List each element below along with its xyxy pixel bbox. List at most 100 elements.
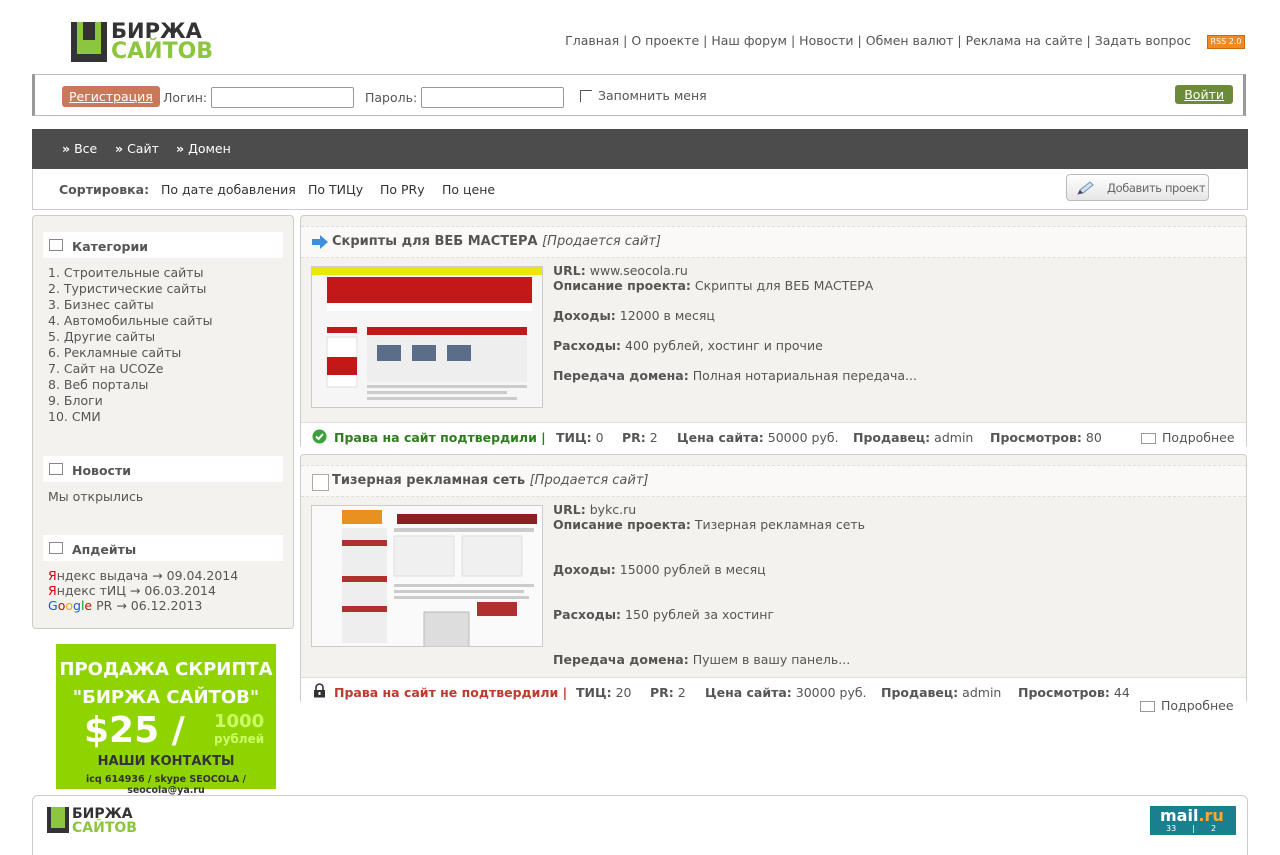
logo-mark-icon <box>47 807 69 833</box>
nav-home[interactable]: Главная <box>565 33 619 48</box>
listing-card: Скрипты для ВЕБ МАСТЕРА [Продается сайт]… <box>300 215 1247 449</box>
updates-list: Яндекс выдача → 09.04.2014 Яндекс тИЦ → … <box>48 568 238 613</box>
listing-pr: 2 <box>649 430 658 445</box>
category-item[interactable]: 1. Строительные сайты <box>48 265 213 281</box>
update-google-pr: Google PR → 06.12.2013 <box>48 598 203 613</box>
add-project-button[interactable]: Добавить проект <box>1066 174 1209 201</box>
details-link[interactable]: Подробнее <box>1141 430 1235 445</box>
login-label: Логин: <box>163 90 208 105</box>
listing-tic: 0 <box>595 430 604 445</box>
rss-button[interactable]: RSS 2.0 <box>1207 35 1245 49</box>
listing-card: Тизерная рекламная сеть [Продается сайт]… <box>300 454 1247 704</box>
nav-ads[interactable]: Реклама на сайте <box>966 33 1083 48</box>
site-screenshot-thumbnail <box>312 506 542 646</box>
counter-value-b: 2 <box>1211 824 1217 833</box>
envelope-icon <box>1141 433 1156 444</box>
nav-about[interactable]: О проекте <box>631 33 699 48</box>
notepad-icon <box>49 239 63 251</box>
listing-url[interactable]: www.seocola.ru <box>590 263 688 278</box>
listing-url[interactable]: bykc.ru <box>590 502 636 517</box>
promo-banner[interactable]: ПРОДАЖА СКРИПТА "БИРЖА САЙТОВ" $25 / 1000… <box>56 644 276 796</box>
listing-status: [Продается сайт] <box>542 234 661 249</box>
nav-exchange[interactable]: Обмен валют <box>866 33 954 48</box>
mailru-counter[interactable]: mail.ru 33 | 2 <box>1150 806 1236 835</box>
category-item[interactable]: 6. Рекламные сайты <box>48 345 213 361</box>
category-menu: » Все » Сайт » Домен <box>32 129 1248 169</box>
counter-value-a: 33 <box>1166 824 1177 833</box>
sort-by-date[interactable]: По дате добавления <box>161 182 296 197</box>
listing-thumbnail[interactable] <box>311 505 543 647</box>
updates-header: Апдейты <box>43 535 283 561</box>
nav-forum[interactable]: Наш форум <box>711 33 787 48</box>
promo-price: $25 / <box>84 710 185 751</box>
sort-by-price[interactable]: По цене <box>442 182 495 197</box>
promo-rub-num: 1000 <box>214 711 265 732</box>
news-list: Мы открылись <box>48 489 143 505</box>
listing-income: 15000 рублей в месяц <box>619 562 766 577</box>
top-navigation: Главная | О проекте | Наш форум | Новости | Обме… <box>565 33 1191 48</box>
listing-header: Скрипты для ВЕБ МАСТЕРА [Продается сайт] <box>301 226 1246 258</box>
menu-all[interactable]: » Все <box>62 141 97 156</box>
listing-income: 12000 в месяц <box>619 308 715 323</box>
remember-label: Запомнить меня <box>598 88 707 103</box>
categories-header: Категории <box>43 232 283 258</box>
listing-description: Тизерная рекламная сеть <box>694 517 866 532</box>
rights-status: Права на сайт не подтвердили | <box>334 685 568 700</box>
update-yandex-search: Яндекс выдача → 09.04.2014 <box>48 568 239 583</box>
sort-by-tic[interactable]: По ТИЦу <box>308 182 363 197</box>
menu-domain[interactable]: » Домен <box>176 141 231 156</box>
listing-domain-transfer: Полная нотариальная передача... <box>692 368 917 383</box>
listing-seller: admin <box>962 685 1002 700</box>
remember-checkbox[interactable] <box>580 90 592 102</box>
details-link[interactable]: Подробнее <box>1140 698 1234 713</box>
site-logo[interactable]: БИРЖА САЙТОВ <box>71 20 214 64</box>
footer-logo[interactable]: БИРЖА САЙТОВ <box>47 806 147 836</box>
pencil-icon <box>1077 181 1094 195</box>
menu-site[interactable]: » Сайт <box>115 141 159 156</box>
promo-line1: ПРОДАЖА СКРИПТА <box>59 659 273 680</box>
promo-rub: рублей <box>214 732 265 746</box>
category-item[interactable]: 5. Другие сайты <box>48 329 213 345</box>
blank-image-icon <box>312 474 329 491</box>
double-chevron-icon: » <box>62 141 71 156</box>
sidebar: Категории 1. Строительные сайты 2. Турис… <box>32 215 294 629</box>
password-input[interactable] <box>421 87 564 108</box>
categories-list: 1. Строительные сайты 2. Туристические с… <box>48 265 213 425</box>
nav-ask[interactable]: Задать вопрос <box>1095 33 1191 48</box>
category-item[interactable]: 8. Веб порталы <box>48 377 213 393</box>
rights-status: Права на сайт подтвердили | <box>334 430 546 445</box>
listing-tic: 20 <box>615 685 632 700</box>
nav-news[interactable]: Новости <box>799 33 853 48</box>
double-chevron-icon: » <box>176 141 185 156</box>
arrow-right-icon <box>312 235 328 249</box>
category-item[interactable]: 9. Блоги <box>48 393 213 409</box>
category-item[interactable]: 2. Туристические сайты <box>48 281 213 297</box>
news-item[interactable]: Мы открылись <box>48 489 143 505</box>
listing-price: 50000 руб. <box>767 430 839 445</box>
listing-title[interactable]: Скрипты для ВЕБ МАСТЕРА <box>332 234 538 249</box>
category-item[interactable]: 7. Сайт на UCOZe <box>48 361 213 377</box>
calendar-icon <box>49 542 63 554</box>
listing-expenses: 400 рублей, хостинг и прочие <box>625 338 823 353</box>
listing-thumbnail[interactable] <box>311 266 543 408</box>
double-chevron-icon: » <box>115 141 124 156</box>
listing-title[interactable]: Тизерная рекламная сеть <box>332 473 525 488</box>
update-yandex-tic: Яндекс тИЦ → 06.03.2014 <box>48 583 216 598</box>
checkmark-circle-icon <box>312 429 327 444</box>
sort-bar: Сортировка: По дате добавления По ТИЦу П… <box>32 169 1248 210</box>
listing-header: Тизерная рекламная сеть [Продается сайт] <box>301 465 1246 497</box>
category-item[interactable]: 10. СМИ <box>48 409 213 425</box>
register-button[interactable]: Регистрация <box>62 86 160 107</box>
category-item[interactable]: 3. Бизнес сайты <box>48 297 213 313</box>
sort-by-pr[interactable]: По PRу <box>380 182 425 197</box>
listing-footer: Права на сайт подтвердили | ТИЦ: 0 PR: 2… <box>301 422 1246 449</box>
page-footer: БИРЖА САЙТОВ mail.ru 33 | 2 <box>32 795 1248 855</box>
login-input[interactable] <box>211 87 354 108</box>
logo-line2: САЙТОВ <box>111 39 214 64</box>
news-header: Новости <box>43 456 283 482</box>
login-button[interactable]: Войти <box>1175 85 1233 104</box>
category-item[interactable]: 4. Автомобильные сайты <box>48 313 213 329</box>
listing-price: 30000 руб. <box>795 685 867 700</box>
listing-seller: admin <box>934 430 974 445</box>
promo-contacts: НАШИ КОНТАКТЫ <box>97 754 235 769</box>
